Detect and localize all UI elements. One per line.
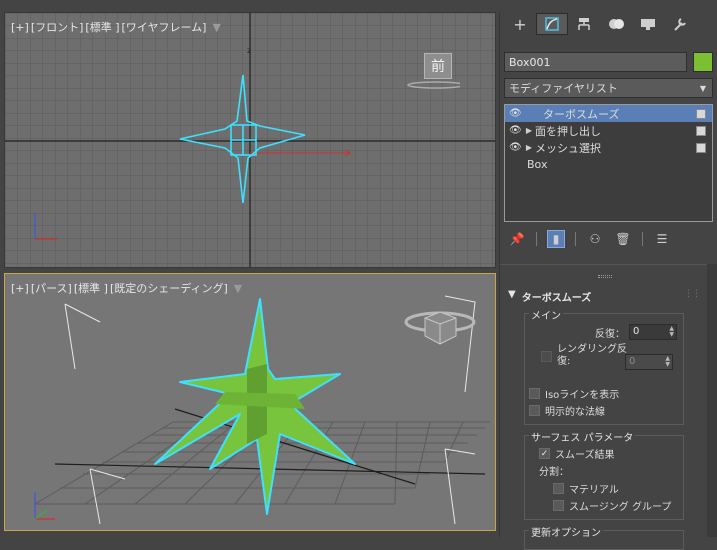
explicit-normals-checkbox[interactable] — [529, 405, 540, 416]
utilities-tab[interactable] — [664, 13, 696, 35]
drag-handle-icon[interactable]: ⋮⋮ — [684, 289, 701, 299]
object-name-row — [504, 52, 713, 72]
filter-icon[interactable]: ▼ — [212, 21, 220, 34]
panel-scrollbar[interactable] — [707, 264, 717, 537]
render-iterations-label: レンダリング反 — [557, 344, 627, 355]
stack-item-label: Box — [527, 158, 548, 171]
render-iterations-checkbox[interactable] — [541, 350, 552, 362]
hierarchy-tab[interactable] — [568, 13, 600, 35]
smoothing-groups-label: スムージング グループ — [569, 502, 672, 513]
motion-icon — [609, 19, 624, 29]
front-viewport[interactable]: z [+] [フロント] [標準 ] [ワイヤフレーム] ▼ 前 — [4, 12, 496, 268]
navcube[interactable]: 前 — [400, 53, 460, 93]
eye-icon[interactable]: 👁 — [509, 142, 523, 153]
create-tab[interactable]: + — [504, 13, 536, 35]
navcube[interactable] — [400, 304, 480, 354]
filter-icon[interactable]: ▼ — [234, 282, 242, 295]
stack-item-extrude-face[interactable]: 👁 ▶ 面を押し出し — [505, 122, 712, 139]
rollout-header[interactable]: ▼ ターボスムーズ — [508, 289, 591, 304]
iterations-label: 反復： — [595, 328, 625, 340]
material-label: マテリアル — [569, 485, 619, 496]
modifier-stack[interactable]: 👁 ターボスムーズ 👁 ▶ 面を押し出し 👁 ▶ メッシュ選択 Box — [504, 104, 713, 222]
eye-icon[interactable]: 👁 — [509, 125, 523, 136]
expand-triangle-icon[interactable]: ▶ — [523, 126, 535, 135]
panel-grip[interactable] — [598, 275, 612, 278]
stack-item-box[interactable]: Box — [505, 156, 712, 173]
expand-triangle-icon[interactable]: ▶ — [523, 143, 535, 152]
collapse-triangle-icon: ▼ — [508, 289, 516, 300]
command-panel-tabs: + — [500, 12, 717, 36]
stack-item-toggle[interactable] — [696, 142, 706, 153]
svg-text:z: z — [247, 46, 251, 55]
viewport-point-of-view[interactable]: [フロント] — [31, 19, 84, 35]
modifier-list-label: モディファイヤリスト — [509, 82, 618, 95]
navcube-face[interactable]: 前 — [424, 53, 452, 79]
viewport-point-of-view[interactable]: [パース] — [31, 280, 72, 296]
turbosmooth-rollout: ▼ ターボスムーズ ⋮⋮ メイン 反復： 0 ▲ ▼ レンダリング反 復: 0 … — [500, 264, 717, 550]
surface-params-group: サーフェス パラメータ ✓ スムーズ結果 分割： マテリアル スムージング グル… — [524, 429, 684, 520]
viewport-standard[interactable]: [標準 ] — [85, 19, 119, 35]
smooth-result-label: スムーズ結果 — [555, 450, 615, 461]
stack-item-label: 面を押し出し — [535, 124, 601, 138]
make-unique-icon[interactable]: ⚇ — [586, 230, 604, 248]
command-panel: + モディファイヤリスト ▼ 👁 ターボスムーズ 👁 — [499, 12, 717, 550]
perspective-viewport-label[interactable]: [+] [パース] [標準 ] [既定のシェーディング] ▼ — [11, 280, 242, 296]
stack-item-label: ターボスムーズ — [543, 107, 620, 121]
modifier-list-dropdown[interactable]: モディファイヤリスト ▼ — [504, 78, 713, 98]
stack-toolbar: 📌 ▮ ⚇ 🗑 ☰ — [508, 230, 671, 248]
utilities-icon — [674, 18, 686, 31]
separate-material-checkbox[interactable] — [553, 483, 564, 494]
separate-smoothing-groups-checkbox[interactable] — [553, 500, 564, 511]
stack-item-turbosmooth[interactable]: 👁 ターボスムーズ — [505, 105, 712, 122]
explicit-normals-label: 明示的な法線 — [545, 407, 605, 418]
separate-label: 分割： — [539, 467, 569, 478]
rollout-title: ターボスムーズ — [521, 293, 592, 304]
viewport-shading[interactable]: [既定のシェーディング] — [110, 280, 228, 296]
stack-item-toggle[interactable] — [696, 108, 706, 119]
viewport-menu-plus[interactable]: [+] — [11, 282, 29, 295]
show-end-result-icon[interactable]: ▮ — [547, 230, 565, 248]
viewport-shading[interactable]: [ワイヤフレーム] — [122, 19, 207, 35]
remove-modifier-icon[interactable]: 🗑 — [614, 230, 632, 248]
main-group-title: メイン — [529, 307, 563, 322]
surface-params-title: サーフェス パラメータ — [529, 429, 636, 444]
viewport-standard[interactable]: [標準 ] — [74, 280, 108, 296]
update-options-group: 更新オプション — [524, 524, 684, 550]
smooth-result-checkbox[interactable]: ✓ — [539, 448, 550, 459]
pin-stack-icon[interactable]: 📌 — [508, 230, 526, 248]
front-grid: z — [5, 13, 495, 267]
stack-item-toggle[interactable] — [696, 125, 706, 136]
motion-tab[interactable] — [600, 13, 632, 35]
star-mesh — [154, 298, 356, 515]
isoline-checkbox[interactable] — [529, 388, 540, 399]
eye-icon[interactable]: 👁 — [509, 108, 523, 119]
chevron-down-icon: ▼ — [699, 83, 706, 93]
main-group: メイン 反復： 0 ▲ ▼ レンダリング反 復: 0 ▲ ▼ Isoラインを表示… — [524, 307, 684, 425]
object-name-field[interactable] — [504, 52, 687, 72]
viewport-menu-plus[interactable]: [+] — [11, 21, 29, 34]
create-icon: + — [513, 14, 527, 34]
object-color-swatch[interactable] — [693, 52, 713, 72]
perspective-viewport[interactable]: [+] [パース] [標準 ] [既定のシェーディング] ▼ — [4, 273, 496, 531]
hierarchy-icon — [578, 18, 590, 30]
configure-modifier-sets-icon[interactable]: ☰ — [653, 230, 671, 248]
isoline-label: Isoラインを表示 — [545, 390, 620, 401]
axis-tripod-persp — [34, 492, 55, 520]
modify-icon — [545, 17, 559, 31]
stack-item-mesh-select[interactable]: 👁 ▶ メッシュ選択 — [505, 139, 712, 156]
front-viewport-label[interactable]: [+] [フロント] [標準 ] [ワイヤフレーム] ▼ — [11, 19, 221, 35]
navcube-persp — [404, 311, 476, 345]
stack-item-label: メッシュ選択 — [535, 141, 601, 155]
modify-tab[interactable] — [536, 13, 568, 35]
spinner-arrows-icon[interactable]: ▲ ▼ — [669, 326, 674, 338]
iterations-spinner[interactable]: 0 ▲ ▼ — [629, 324, 677, 340]
display-tab[interactable] — [632, 13, 664, 35]
display-icon — [641, 19, 655, 30]
spinner-arrows-icon[interactable]: ▲ ▼ — [665, 356, 670, 368]
render-iterations-spinner[interactable]: 0 ▲ ▼ — [625, 354, 673, 370]
